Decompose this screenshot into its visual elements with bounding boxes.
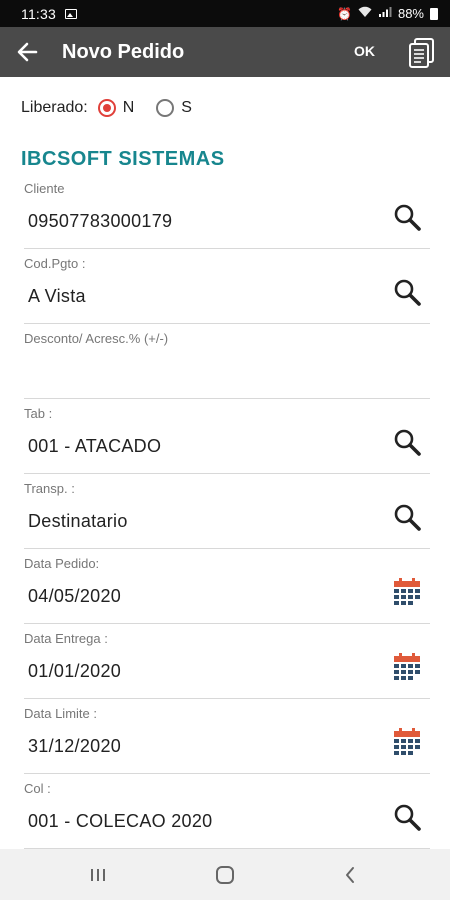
field-value[interactable]: 09507783000179 <box>28 211 172 232</box>
recent-apps-icon <box>91 868 105 881</box>
field-label: Data Entrega : <box>24 631 108 646</box>
calendar-icon[interactable] <box>392 652 422 682</box>
app-bar: Novo Pedido OK <box>0 27 450 77</box>
search-icon[interactable] <box>392 427 422 457</box>
company-name: IBCSOFT SISTEMAS <box>21 148 225 170</box>
image-notification-icon <box>65 8 77 19</box>
radio-option-n[interactable]: N <box>97 99 135 117</box>
field-col[interactable]: Col : 001 - COLECAO 2020 <box>24 774 430 849</box>
signal-icon <box>378 6 392 21</box>
field-label: Data Limite : <box>24 706 97 721</box>
battery-percent: 88% <box>397 6 424 21</box>
field-label: Tab : <box>24 406 53 421</box>
status-bar: 11:33 ⏰ 88% <box>0 0 450 27</box>
field-value[interactable]: 04/05/2020 <box>28 586 121 607</box>
ok-button[interactable]: OK <box>354 43 375 59</box>
recent-apps-button[interactable] <box>68 849 128 900</box>
back-nav-button[interactable] <box>320 849 380 900</box>
field-tab[interactable]: Tab : 001 - ATACADO <box>24 399 430 474</box>
field-data-entrega[interactable]: Data Entrega : 01/01/2020 <box>24 624 430 699</box>
chevron-left-icon <box>346 866 354 883</box>
search-icon[interactable] <box>392 277 422 307</box>
back-button[interactable] <box>0 27 54 77</box>
radio-n-label: N <box>122 99 135 116</box>
wifi-icon <box>358 6 372 21</box>
arrow-left-icon <box>17 42 38 62</box>
search-icon[interactable] <box>392 202 422 232</box>
field-value[interactable]: 001 - ATACADO <box>28 436 161 457</box>
field-label: Cod.Pgto : <box>24 256 86 271</box>
battery-icon <box>430 7 438 20</box>
field-value[interactable]: 01/01/2020 <box>28 661 121 682</box>
radio-n[interactable] <box>97 99 116 117</box>
system-nav-bar <box>0 849 450 900</box>
page-title: Novo Pedido <box>62 40 185 63</box>
status-time: 11:33 <box>21 5 56 22</box>
radio-s[interactable] <box>156 99 175 117</box>
field-label: Col : <box>24 781 51 796</box>
field-data-pedido[interactable]: Data Pedido: 04/05/2020 <box>24 549 430 624</box>
home-icon <box>216 865 234 884</box>
calendar-icon[interactable] <box>392 577 422 607</box>
field-data-limite[interactable]: Data Limite : 31/12/2020 <box>24 699 430 774</box>
search-icon[interactable] <box>392 802 422 832</box>
calendar-icon[interactable] <box>392 727 422 757</box>
search-icon[interactable] <box>392 502 422 532</box>
radio-option-s[interactable]: S <box>156 99 192 117</box>
field-value[interactable]: 001 - COLECAO 2020 <box>28 811 213 832</box>
liberado-label: Liberado: <box>21 99 88 116</box>
field-label: Transp. : <box>24 481 75 496</box>
field-transp[interactable]: Transp. : Destinatario <box>24 474 430 549</box>
field-label: Cliente <box>24 181 65 196</box>
field-label: Desconto/ Acresc.% (+/-) <box>24 331 169 346</box>
field-desconto[interactable]: Desconto/ Acresc.% (+/-) <box>24 324 430 399</box>
liberado-row: Liberado: N S <box>21 96 192 120</box>
status-indicators: ⏰ 88% <box>337 6 438 21</box>
radio-s-label: S <box>181 99 192 116</box>
field-label: Data Pedido: <box>24 556 100 571</box>
alarm-icon: ⏰ <box>337 6 352 21</box>
field-cliente[interactable]: Cliente 09507783000179 <box>24 174 430 249</box>
field-value[interactable]: Destinatario <box>28 511 128 532</box>
field-value[interactable]: A Vista <box>28 286 86 307</box>
field-cod-pgto[interactable]: Cod.Pgto : A Vista <box>24 249 430 324</box>
copy-document-icon[interactable] <box>408 37 436 69</box>
field-value[interactable]: 31/12/2020 <box>28 736 121 757</box>
home-button[interactable] <box>195 849 255 900</box>
